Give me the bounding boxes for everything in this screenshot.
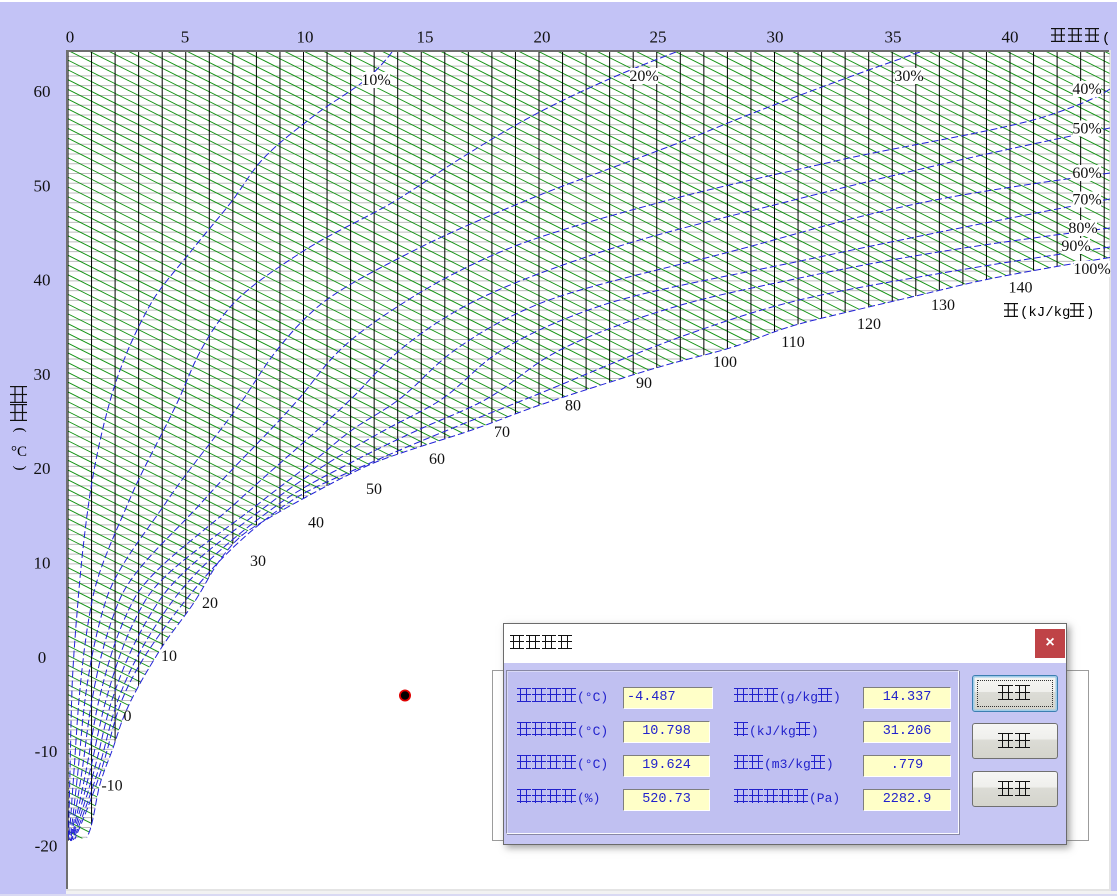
svg-text:140: 140: [1009, 280, 1033, 297]
svg-text:80: 80: [565, 398, 581, 415]
svg-text:40: 40: [34, 271, 51, 290]
svg-text:30%: 30%: [894, 68, 923, 85]
svg-text:40%: 40%: [1072, 81, 1101, 98]
svg-text:25: 25: [650, 28, 667, 47]
svg-text:90: 90: [636, 375, 652, 392]
svg-text:50%: 50%: [1072, 121, 1101, 138]
svg-text:30: 30: [767, 28, 784, 47]
svg-text:(: (: [1102, 31, 1110, 47]
svg-text:20: 20: [534, 28, 551, 47]
svg-text:60: 60: [429, 451, 445, 468]
svg-text:-10: -10: [101, 778, 122, 795]
svg-text:°C: °C: [11, 444, 27, 460]
svg-text:50: 50: [34, 176, 51, 195]
svg-text:100%: 100%: [1073, 261, 1110, 278]
svg-text:-20: -20: [35, 836, 58, 855]
svg-text:20: 20: [34, 459, 51, 478]
svg-text:0: 0: [38, 648, 47, 667]
svg-text:80%: 80%: [1068, 220, 1097, 237]
svg-text:(kJ/kg: (kJ/kg: [1020, 305, 1070, 321]
svg-text:(: (: [12, 428, 28, 433]
svg-text:40: 40: [308, 515, 324, 532]
svg-text:-10: -10: [35, 742, 58, 761]
svg-text:): ): [12, 466, 28, 471]
svg-text:90%: 90%: [1061, 238, 1090, 255]
svg-text:5: 5: [181, 28, 190, 47]
svg-text:20%: 20%: [629, 68, 658, 85]
svg-text:0: 0: [124, 708, 132, 725]
svg-text:40: 40: [1002, 28, 1019, 47]
svg-text:10: 10: [161, 648, 177, 665]
svg-text:120: 120: [857, 316, 881, 333]
svg-text:10%: 10%: [361, 72, 390, 89]
svg-text:0: 0: [66, 28, 75, 47]
svg-text:35: 35: [885, 28, 902, 47]
svg-text:10: 10: [34, 554, 51, 573]
svg-text:60: 60: [34, 82, 51, 101]
svg-text:110: 110: [781, 334, 804, 351]
svg-text:20: 20: [202, 595, 218, 612]
svg-text:130: 130: [931, 297, 955, 314]
svg-text:): ): [1086, 305, 1094, 321]
svg-text:30: 30: [34, 365, 51, 384]
svg-text:50: 50: [366, 481, 382, 498]
svg-text:70%: 70%: [1072, 192, 1101, 209]
svg-text:70: 70: [494, 424, 510, 441]
svg-text:15: 15: [417, 28, 434, 47]
svg-text:100: 100: [713, 354, 737, 371]
svg-text:30: 30: [250, 553, 266, 570]
svg-text:10: 10: [297, 28, 314, 47]
svg-text:60%: 60%: [1072, 165, 1101, 182]
